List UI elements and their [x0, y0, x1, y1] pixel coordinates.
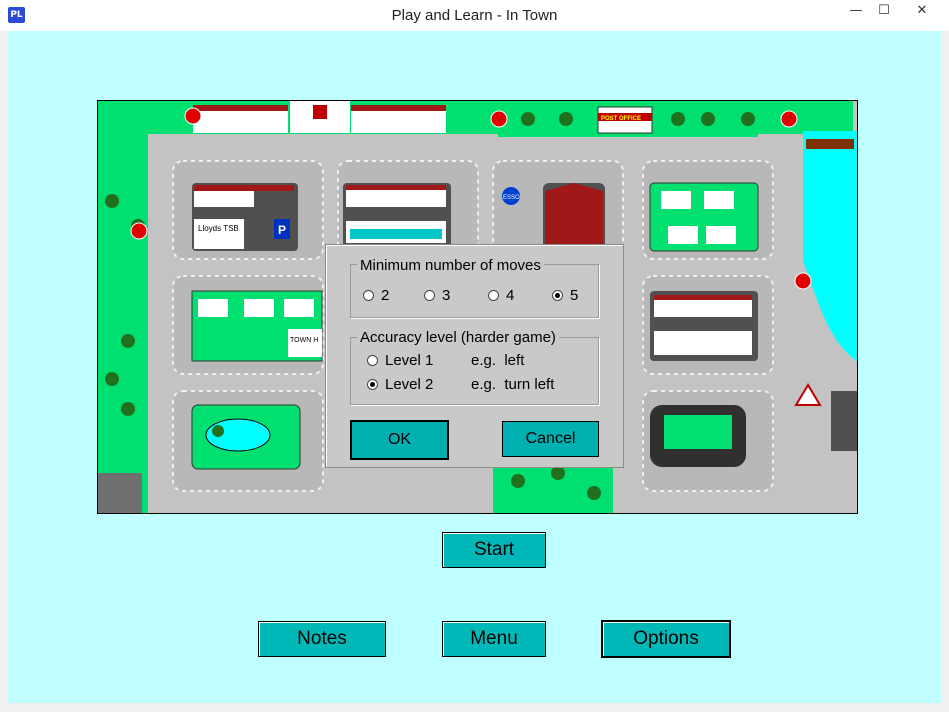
maximize-button[interactable]: ☐ — [871, 0, 897, 22]
radio-label: Level 2 — [385, 376, 434, 393]
example-text: e.g. left — [471, 352, 525, 369]
petrol-sign: ESSO — [503, 195, 520, 201]
parking-sign: P — [278, 223, 286, 237]
moves-option-3[interactable]: 3 — [424, 287, 450, 304]
accuracy-group — [350, 337, 599, 405]
post-office-sign: POST OFFICE — [601, 116, 641, 122]
minimize-button[interactable]: — — [845, 0, 867, 22]
moves-option-5[interactable]: 5 — [552, 287, 578, 304]
radio-button-selected[interactable] — [552, 290, 563, 301]
moves-option-2[interactable]: 2 — [363, 287, 389, 304]
ok-button[interactable]: OK — [350, 420, 449, 460]
radio-label: 2 — [381, 287, 390, 304]
radio-label: 4 — [506, 287, 515, 304]
title-bar: PL Play and Learn - In Town — ☐ ✕ — [0, 0, 949, 31]
window-bottom-frame — [0, 703, 949, 712]
notes-button[interactable]: Notes — [258, 621, 386, 657]
radio-button[interactable] — [488, 290, 499, 301]
radio-label: 5 — [570, 287, 579, 304]
accuracy-group-title: Accuracy level (harder game) — [357, 329, 559, 346]
menu-button[interactable]: Menu — [442, 621, 546, 657]
accuracy-option-level-2[interactable]: Level 2 e.g. turn left — [367, 376, 554, 393]
radio-label: Level 1 — [385, 352, 434, 369]
options-button[interactable]: Options — [601, 620, 731, 658]
accuracy-option-level-1[interactable]: Level 1 e.g. left — [367, 352, 524, 369]
radio-label: 3 — [442, 287, 451, 304]
moves-group-title: Minimum number of moves — [357, 257, 544, 274]
close-button[interactable]: ✕ — [900, 0, 944, 22]
options-dialog: Minimum number of moves 2 3 4 5 Accuracy… — [325, 244, 624, 468]
radio-button-selected[interactable] — [367, 379, 378, 390]
moves-option-4[interactable]: 4 — [488, 287, 514, 304]
town-hall-sign: TOWN H — [290, 337, 318, 344]
bank-sign: Lloyds TSB — [198, 224, 239, 233]
radio-button[interactable] — [424, 290, 435, 301]
radio-button[interactable] — [367, 355, 378, 366]
cancel-button[interactable]: Cancel — [502, 421, 599, 457]
window-title: Play and Learn - In Town — [391, 7, 558, 24]
example-text: e.g. turn left — [471, 376, 555, 393]
radio-button[interactable] — [363, 290, 374, 301]
start-button[interactable]: Start — [442, 532, 546, 568]
